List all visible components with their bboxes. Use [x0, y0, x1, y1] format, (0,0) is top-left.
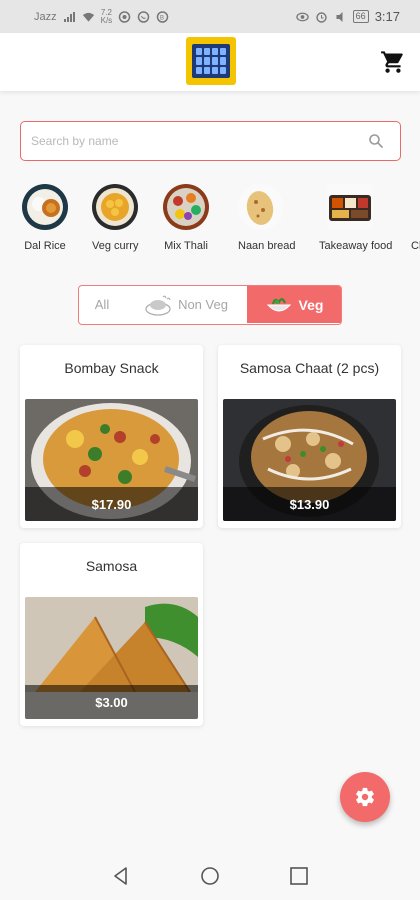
category-label: Dal Rice: [24, 240, 66, 252]
mute-icon: [336, 11, 343, 22]
product-price: $3.00: [95, 694, 128, 710]
network-speed: 7.2 K/s: [100, 8, 113, 25]
category-label: Naan bread: [238, 240, 296, 252]
svg-text:B: B: [160, 15, 164, 21]
status-left: Jazz 7.2 K/s B: [34, 8, 169, 25]
app-bar: [0, 33, 420, 91]
diet-filter: All Non Veg Veg: [78, 285, 342, 325]
gear-icon: [356, 787, 374, 807]
search-box: [20, 121, 401, 161]
logo-screen: [192, 44, 230, 78]
chicken-icon: [145, 295, 171, 316]
category-strip[interactable]: Dal Rice Veg curry Mix Thali Naan bread …: [0, 184, 420, 264]
back-icon[interactable]: [110, 865, 132, 887]
filter-all[interactable]: All: [79, 286, 125, 323]
samosa-photo: $3.00: [25, 597, 198, 719]
system-nav-bar: [0, 850, 420, 900]
speed-unit: K/s: [100, 15, 113, 25]
category-mix-thali[interactable]: Mix Thali: [163, 184, 209, 252]
product-price: $17.90: [91, 496, 132, 512]
partial-category-image: [408, 184, 420, 230]
category-label: Ch: [411, 240, 420, 252]
settings-fab[interactable]: [340, 772, 390, 822]
category-veg-curry[interactable]: Veg curry: [92, 184, 138, 252]
filter-veg-label: Veg: [298, 296, 324, 313]
category-label: Mix Thali: [164, 240, 208, 252]
alarm-icon: [315, 11, 327, 23]
product-card-samosa-chaat[interactable]: Samosa Chaat (2 pcs) $13.90: [218, 345, 401, 528]
product-card-bombay-snack[interactable]: Bombay Snack $17.90: [20, 345, 203, 528]
product-name: Samosa: [85, 558, 138, 574]
filter-veg[interactable]: Veg: [247, 286, 341, 323]
takeaway-food-image: [327, 184, 373, 230]
category-label: Veg curry: [92, 240, 139, 252]
clock-time: 3:17: [374, 9, 400, 24]
veg-curry-image: [92, 184, 138, 230]
mix-thali-image: [163, 184, 209, 230]
filter-non-veg[interactable]: Non Veg: [125, 286, 247, 323]
product-price: $13.90: [289, 496, 330, 512]
bombay-snack-photo: $17.90: [25, 399, 198, 521]
dal-rice-image: [22, 184, 68, 230]
price-strip: $13.90: [223, 487, 396, 521]
product-card-samosa[interactable]: Samosa $3.00: [20, 543, 203, 726]
category-naan-bread[interactable]: Naan bread: [238, 184, 296, 252]
filter-non-veg-label: Non Veg: [178, 297, 228, 312]
battery-level: 66: [352, 10, 369, 23]
category-dal-rice[interactable]: Dal Rice: [22, 184, 68, 252]
category-partial[interactable]: Ch: [408, 184, 420, 252]
eye-icon: [295, 12, 309, 21]
notification-icon: [118, 10, 131, 23]
home-icon[interactable]: [199, 865, 221, 887]
price-strip: $3.00: [25, 685, 198, 719]
category-takeaway-food[interactable]: Takeaway food: [319, 184, 392, 252]
whatsapp-business-icon: B: [156, 10, 169, 23]
status-right: 66 3:17: [295, 9, 400, 24]
signal-icon: [63, 11, 75, 22]
category-label: Takeaway food: [319, 240, 393, 252]
status-bar: Jazz 7.2 K/s B 66 3:17: [0, 0, 420, 33]
salad-icon: [266, 297, 291, 311]
product-name: Bombay Snack: [64, 360, 159, 376]
cart-icon[interactable]: [380, 49, 406, 75]
price-strip: $17.90: [25, 487, 198, 521]
carrier-name: Jazz: [34, 10, 57, 23]
samosa-chaat-photo: $13.90: [223, 399, 396, 521]
filter-all-label: All: [94, 297, 110, 312]
wifi-icon: [82, 12, 94, 22]
product-name: Samosa Chaat (2 pcs): [239, 360, 380, 376]
search-input[interactable]: [31, 122, 351, 159]
whatsapp-icon: [137, 10, 150, 23]
naan-bread-image: [238, 184, 284, 230]
tablet-menu-logo-icon: [186, 37, 236, 85]
recents-icon[interactable]: [288, 865, 310, 887]
search-icon[interactable]: [368, 133, 384, 149]
